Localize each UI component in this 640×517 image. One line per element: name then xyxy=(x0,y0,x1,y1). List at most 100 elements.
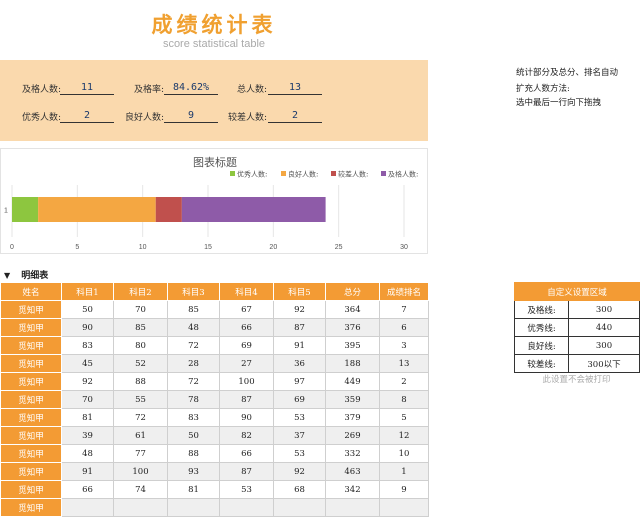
score-cell[interactable]: 27 xyxy=(219,354,274,373)
score-cell[interactable]: 66 xyxy=(219,318,274,337)
column-header[interactable]: 科目1 xyxy=(61,282,114,301)
score-cell[interactable]: 68 xyxy=(273,480,326,499)
score-cell[interactable]: 188 xyxy=(325,354,380,373)
score-cell[interactable]: 90 xyxy=(61,318,114,337)
name-cell[interactable]: 觅知甲 xyxy=(0,318,62,337)
score-cell[interactable]: 90 xyxy=(219,408,274,427)
settings-value[interactable]: 300 xyxy=(568,300,640,319)
score-cell[interactable]: 78 xyxy=(167,390,220,409)
pass-rate-value[interactable]: 84.62% xyxy=(164,81,218,95)
score-cell[interactable]: 39 xyxy=(61,426,114,445)
score-cell[interactable]: 87 xyxy=(273,318,326,337)
score-cell[interactable]: 37 xyxy=(273,426,326,445)
score-cell[interactable]: 48 xyxy=(61,444,114,463)
score-cell[interactable]: 92 xyxy=(61,372,114,391)
score-cell[interactable]: 332 xyxy=(325,444,380,463)
name-cell[interactable]: 觅知甲 xyxy=(0,390,62,409)
name-cell[interactable]: 觅知甲 xyxy=(0,336,62,355)
score-cell[interactable]: 61 xyxy=(113,426,168,445)
score-cell[interactable]: 87 xyxy=(219,390,274,409)
name-cell[interactable]: 觅知甲 xyxy=(0,462,62,481)
score-cell[interactable] xyxy=(113,498,168,517)
score-cell[interactable]: 9 xyxy=(379,480,429,499)
score-cell[interactable]: 91 xyxy=(61,462,114,481)
score-cell[interactable]: 364 xyxy=(325,300,380,319)
score-cell[interactable]: 74 xyxy=(113,480,168,499)
score-cell[interactable]: 77 xyxy=(113,444,168,463)
score-cell[interactable]: 81 xyxy=(61,408,114,427)
score-cell[interactable]: 70 xyxy=(113,300,168,319)
good-value[interactable]: 9 xyxy=(164,109,218,123)
score-cell[interactable]: 28 xyxy=(167,354,220,373)
name-cell[interactable]: 觅知甲 xyxy=(0,408,62,427)
score-cell[interactable]: 2 xyxy=(379,372,429,391)
column-header[interactable]: 科目2 xyxy=(113,282,168,301)
score-cell[interactable] xyxy=(167,498,220,517)
name-cell[interactable]: 觅知甲 xyxy=(0,444,62,463)
score-cell[interactable]: 449 xyxy=(325,372,380,391)
score-cell[interactable]: 50 xyxy=(167,426,220,445)
score-cell[interactable]: 376 xyxy=(325,318,380,337)
score-cell[interactable]: 12 xyxy=(379,426,429,445)
score-cell[interactable]: 69 xyxy=(219,336,274,355)
column-header[interactable]: 科目3 xyxy=(167,282,220,301)
score-cell[interactable]: 82 xyxy=(219,426,274,445)
column-header[interactable]: 姓名 xyxy=(0,282,62,301)
excellent-value[interactable]: 2 xyxy=(60,109,114,123)
name-cell[interactable]: 觅知甲 xyxy=(0,354,62,373)
score-cell[interactable]: 81 xyxy=(167,480,220,499)
score-cell[interactable]: 69 xyxy=(273,390,326,409)
summary-chart[interactable]: 图表标题 0 5 10 15 20 25 30 1 优秀人数: 良好人数: 较差人数: 及格人数: xyxy=(0,148,428,254)
score-cell[interactable]: 92 xyxy=(273,462,326,481)
column-header[interactable]: 科目4 xyxy=(219,282,274,301)
score-cell[interactable]: 55 xyxy=(113,390,168,409)
score-cell[interactable]: 269 xyxy=(325,426,380,445)
name-cell[interactable]: 觅知甲 xyxy=(0,300,62,319)
score-cell[interactable] xyxy=(273,498,326,517)
score-cell[interactable]: 85 xyxy=(167,300,220,319)
score-cell[interactable]: 45 xyxy=(61,354,114,373)
score-cell[interactable]: 87 xyxy=(219,462,274,481)
score-cell[interactable]: 66 xyxy=(219,444,274,463)
score-cell[interactable]: 3 xyxy=(379,336,429,355)
score-cell[interactable] xyxy=(379,498,429,517)
score-cell[interactable]: 48 xyxy=(167,318,220,337)
name-cell[interactable]: 觅知甲 xyxy=(0,498,62,517)
score-cell[interactable] xyxy=(325,498,380,517)
score-cell[interactable]: 91 xyxy=(273,336,326,355)
score-cell[interactable]: 359 xyxy=(325,390,380,409)
score-cell[interactable]: 52 xyxy=(113,354,168,373)
score-cell[interactable]: 72 xyxy=(167,372,220,391)
score-cell[interactable]: 6 xyxy=(379,318,429,337)
column-header[interactable]: 成绩排名 xyxy=(379,282,429,301)
score-cell[interactable]: 53 xyxy=(273,408,326,427)
collapse-triangle-icon[interactable]: ▼ xyxy=(4,270,10,280)
score-cell[interactable]: 53 xyxy=(273,444,326,463)
name-cell[interactable]: 觅知甲 xyxy=(0,426,62,445)
score-cell[interactable]: 88 xyxy=(167,444,220,463)
name-cell[interactable]: 觅知甲 xyxy=(0,372,62,391)
score-cell[interactable]: 53 xyxy=(219,480,274,499)
score-cell[interactable]: 72 xyxy=(113,408,168,427)
pass-count-value[interactable]: 11 xyxy=(60,81,114,95)
score-cell[interactable]: 342 xyxy=(325,480,380,499)
score-cell[interactable]: 5 xyxy=(379,408,429,427)
settings-value[interactable]: 300 xyxy=(568,336,640,355)
score-cell[interactable]: 80 xyxy=(113,336,168,355)
score-cell[interactable]: 395 xyxy=(325,336,380,355)
score-cell[interactable]: 36 xyxy=(273,354,326,373)
score-cell[interactable]: 97 xyxy=(273,372,326,391)
score-cell[interactable]: 88 xyxy=(113,372,168,391)
column-header[interactable]: 科目5 xyxy=(273,282,326,301)
settings-value[interactable]: 300以下 xyxy=(568,354,640,373)
name-cell[interactable]: 觅知甲 xyxy=(0,480,62,499)
score-cell[interactable]: 100 xyxy=(113,462,168,481)
poor-value[interactable]: 2 xyxy=(268,109,322,123)
score-cell[interactable]: 8 xyxy=(379,390,429,409)
score-cell[interactable]: 100 xyxy=(219,372,274,391)
score-cell[interactable] xyxy=(61,498,114,517)
score-cell[interactable] xyxy=(219,498,274,517)
score-cell[interactable]: 83 xyxy=(61,336,114,355)
score-cell[interactable]: 93 xyxy=(167,462,220,481)
score-cell[interactable]: 1 xyxy=(379,462,429,481)
